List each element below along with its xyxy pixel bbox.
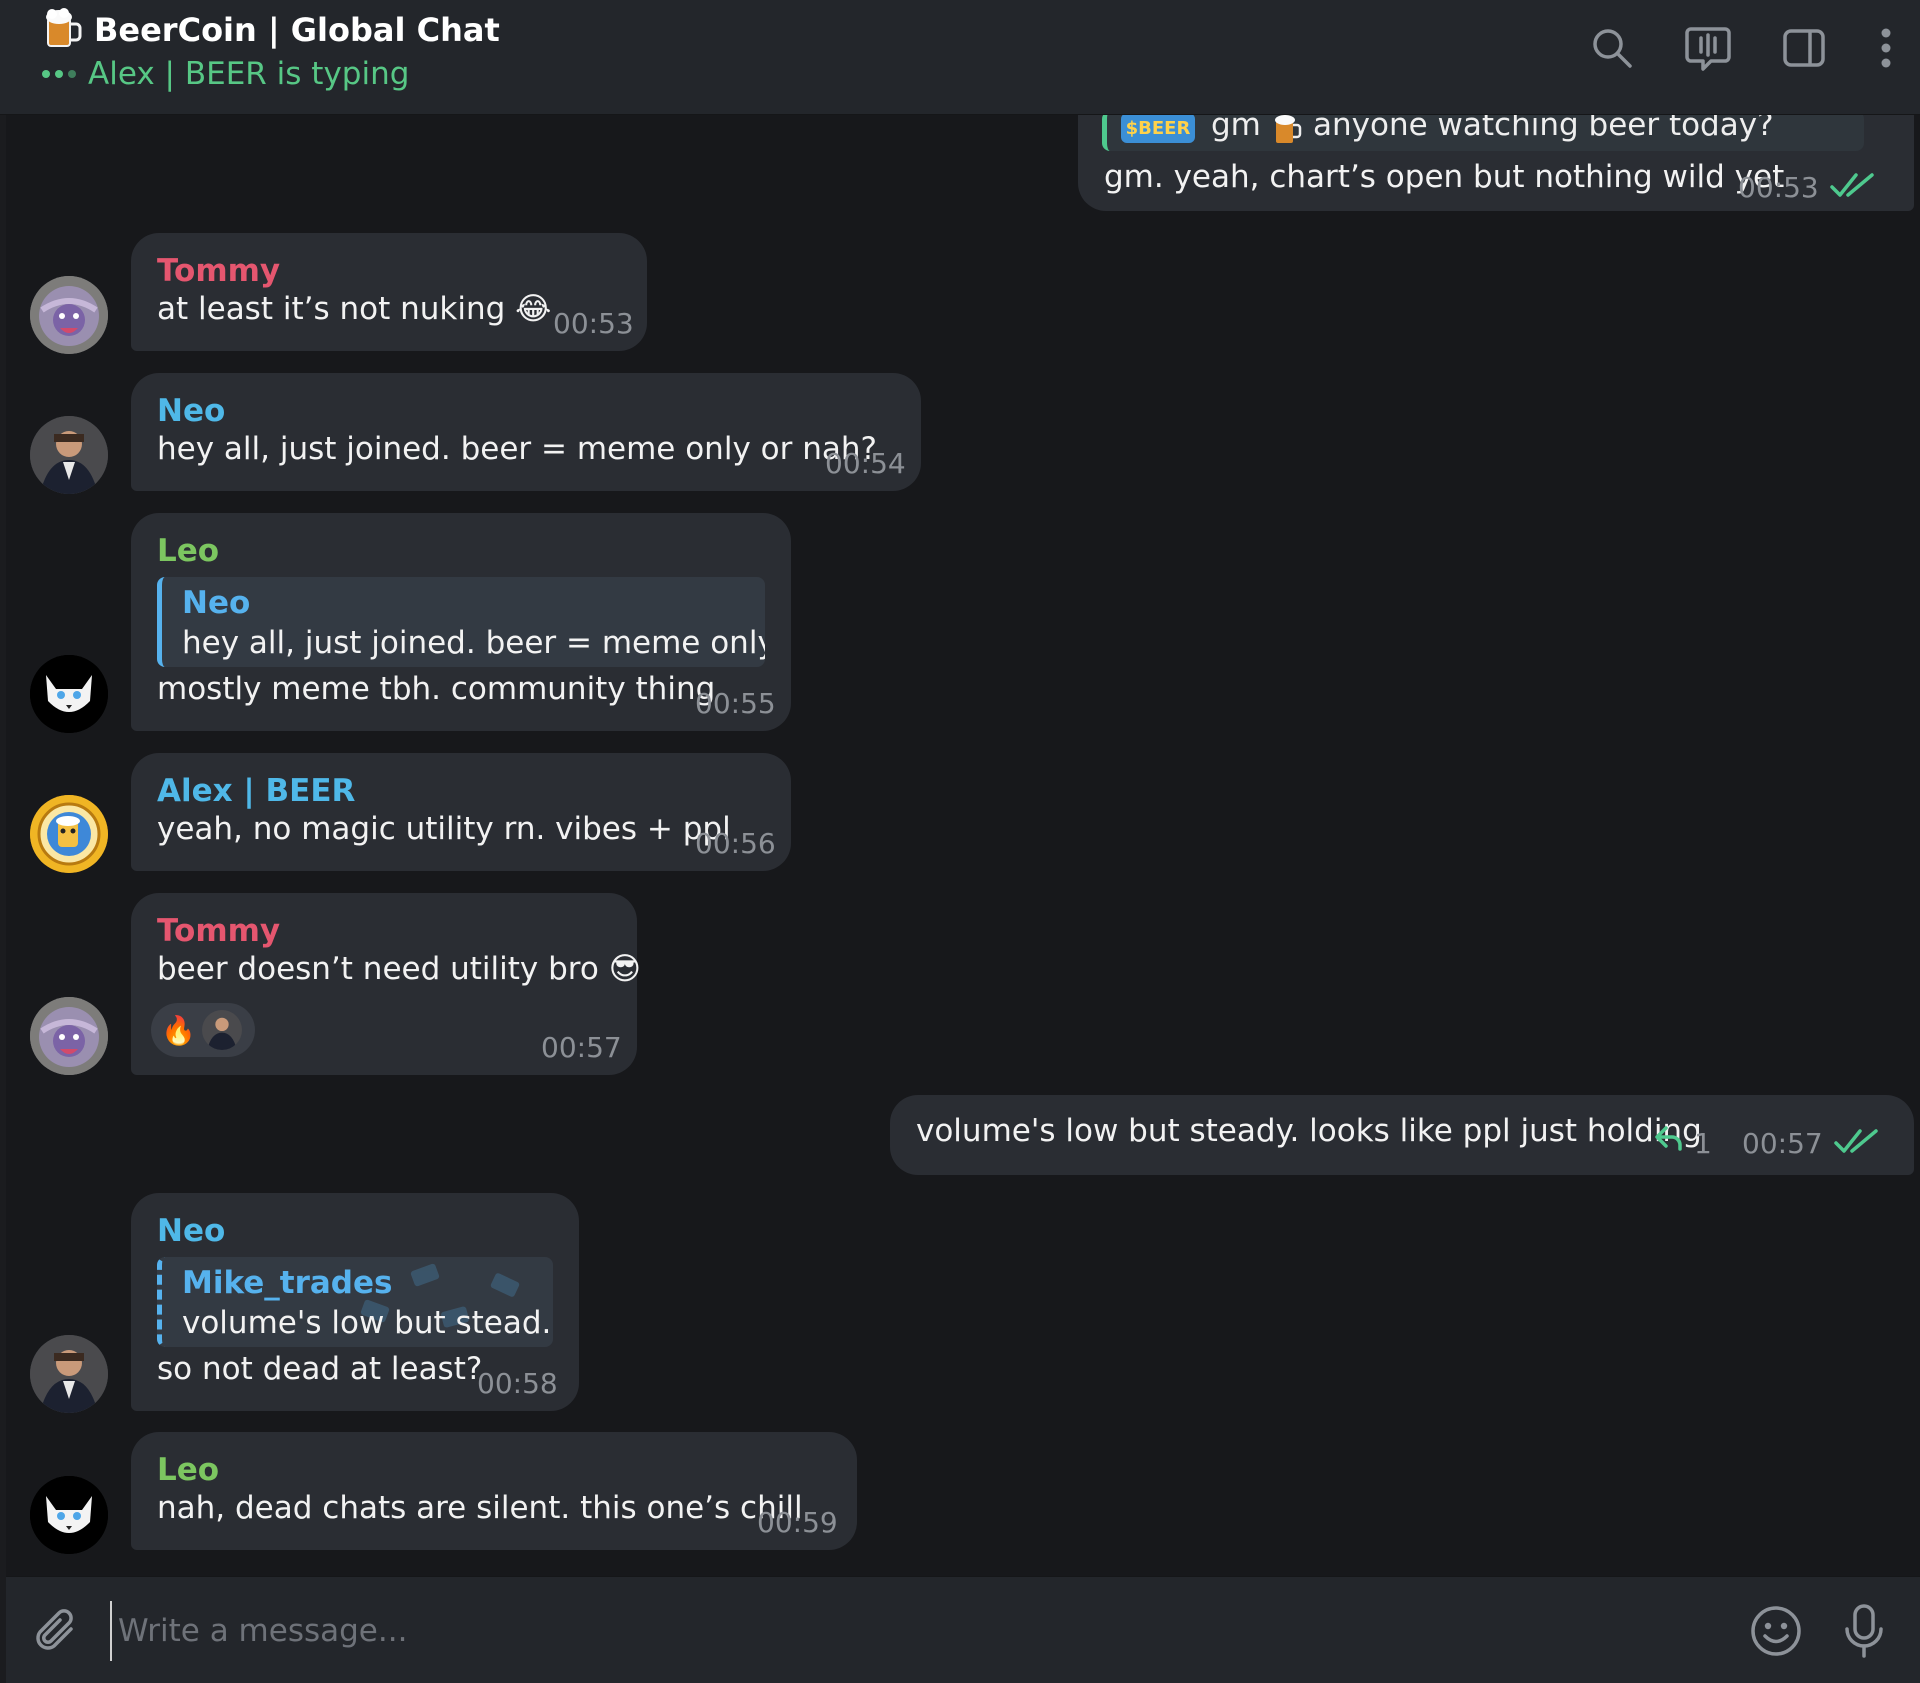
author-name[interactable]: Tommy [157,913,280,949]
beer-mug-icon [1273,115,1303,149]
fire-emoji-icon: 🔥 [161,1013,196,1047]
avatar[interactable] [30,416,108,494]
reply-text: volume's low but stead... [182,1305,553,1341]
reply-author: Mike_trades [182,1265,393,1301]
quote-text-gm: gm [1211,115,1261,143]
incoming-message[interactable]: Neo hey all, just joined. beer = meme on… [131,373,921,491]
message-text: nah, dead chats are silent. this one’s c… [157,1490,803,1526]
message-time: 00:57 [541,1031,622,1064]
reply-quote[interactable]: Mike_trades volume's low but stead... [157,1257,553,1347]
author-name[interactable]: Alex | BEER [157,773,355,809]
message-time: 00:57 [1742,1127,1823,1160]
message-time: 00:54 [825,447,906,480]
message-text: so not dead at least? [157,1351,483,1387]
author-name[interactable]: Leo [157,1452,219,1488]
message-text: yeah, no magic utility rn. vibes + ppl [157,811,731,847]
chat-header: BeerCoin | Global Chat Alex | BEER is ty… [0,0,1920,115]
reaction-chip[interactable]: 🔥 [151,1003,255,1057]
outgoing-message[interactable]: volume's low but steady. looks like ppl … [890,1095,1914,1175]
reactor-avatar [201,1010,242,1050]
message-time: 00:59 [757,1506,838,1539]
incoming-message[interactable]: Neo Mike_trades volume's low but stead..… [131,1193,579,1411]
message-list[interactable]: $BEER gm anyone watching beer today? gm.… [6,115,1920,1576]
search-icon[interactable] [1586,22,1638,74]
incoming-message[interactable]: Tommy beer doesn’t need utility bro 😎 🔥 … [131,893,641,1075]
message-input[interactable] [110,1601,1620,1661]
message-text: beer doesn’t need utility bro 😎 [157,951,642,987]
chat-title-row[interactable]: BeerCoin | Global Chat [44,8,500,52]
message-time: 00:53 [1738,171,1819,204]
message-text: gm. yeah, chart’s open but nothing wild … [1104,159,1785,195]
typing-status: Alex | BEER is typing [42,56,409,92]
message-time: 00:58 [477,1367,558,1400]
outgoing-message[interactable]: $BEER gm anyone watching beer today? gm.… [1078,115,1914,211]
reply-text: hey all, just joined. beer = meme only .… [182,625,765,661]
reply-quote[interactable]: $BEER gm anyone watching beer today? [1102,115,1864,151]
author-name[interactable]: Neo [157,1213,225,1249]
author-name[interactable]: Tommy [157,253,280,289]
avatar[interactable] [30,655,108,733]
sunglasses-emoji-icon: 😎 [608,951,642,987]
avatar[interactable] [30,795,108,873]
message-time: 00:55 [695,687,776,720]
incoming-message[interactable]: Tommy at least it’s not nuking 😂 00:53 [131,233,647,351]
author-name[interactable]: Leo [157,533,219,569]
avatar[interactable] [30,276,108,354]
reply-arrow-icon[interactable] [1654,1125,1684,1155]
beer-mug-icon [44,8,82,52]
quote-text: anyone watching beer today? [1313,115,1774,143]
avatar[interactable] [30,1476,108,1554]
incoming-message[interactable]: Alex | BEER yeah, no magic utility rn. v… [131,753,791,871]
message-composer [6,1576,1920,1683]
message-text: hey all, just joined. beer = meme only o… [157,431,877,467]
laughing-emoji-icon: 😂 [515,291,552,327]
message-text: mostly meme tbh. community thing [157,671,716,707]
sidebar-toggle-icon[interactable] [1778,22,1830,74]
emoji-icon[interactable] [1746,1601,1806,1661]
reply-author: Neo [182,585,251,621]
avatar[interactable] [30,997,108,1075]
microphone-icon[interactable] [1834,1599,1894,1663]
double-check-icon [1830,173,1874,203]
avatar[interactable] [30,1335,108,1413]
live-stream-icon[interactable] [1682,22,1734,74]
more-vertical-icon[interactable] [1874,22,1898,74]
incoming-message[interactable]: Leo Neo hey all, just joined. beer = mem… [131,513,791,731]
reply-count: 1 [1694,1127,1712,1160]
reply-quote[interactable]: Neo hey all, just joined. beer = meme on… [157,577,765,667]
message-time: 00:53 [553,307,634,340]
message-time: 00:56 [695,827,776,860]
incoming-message[interactable]: Leo nah, dead chats are silent. this one… [131,1432,857,1550]
typing-dots-icon [42,70,76,78]
message-text: volume's low but steady. looks like ppl … [916,1113,1702,1149]
typing-status-text: Alex | BEER is typing [88,56,410,92]
paperclip-icon[interactable] [28,1603,84,1659]
message-text: at least it’s not nuking 😂 [157,291,552,327]
double-check-icon [1834,1129,1878,1159]
author-name[interactable]: Neo [157,393,225,429]
chat-title: BeerCoin | Global Chat [94,11,500,49]
beer-badge-icon: $BEER [1121,115,1195,143]
